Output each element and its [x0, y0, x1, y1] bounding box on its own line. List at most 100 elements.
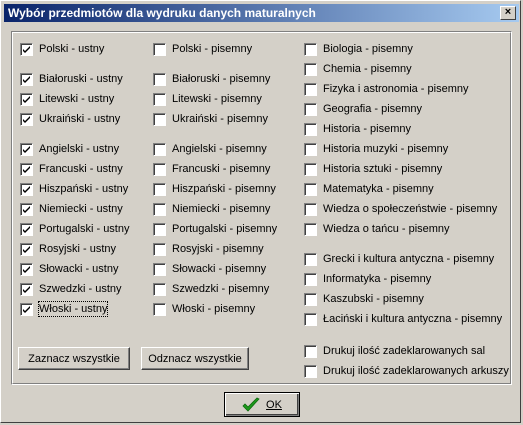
- checkbox-empty-icon[interactable]: [153, 262, 166, 276]
- checkbox-written-11[interactable]: Szwedzki - pisemny: [153, 281, 269, 297]
- checkbox-other-2[interactable]: Fizyka i astronomia - pisemny: [304, 81, 469, 97]
- checkbox-oral-2[interactable]: Litewski - ustny: [20, 91, 114, 107]
- checkbox-label: Hiszpański - pisemny: [172, 183, 276, 195]
- checkbox-checked-icon[interactable]: [20, 182, 33, 196]
- checkbox-empty-icon[interactable]: [153, 92, 166, 106]
- checkbox-empty-icon[interactable]: [153, 72, 166, 86]
- checkbox-empty-icon[interactable]: [304, 42, 317, 56]
- checkbox-checked-icon[interactable]: [20, 92, 33, 106]
- checkbox-empty-icon[interactable]: [304, 182, 317, 196]
- checkbox-written-3[interactable]: Ukraiński - pisemny: [153, 111, 268, 127]
- checkbox-empty-icon[interactable]: [153, 242, 166, 256]
- checkbox-oral-9[interactable]: Rosyjski - ustny: [20, 241, 116, 257]
- close-button[interactable]: ×: [500, 6, 516, 20]
- checkbox-other-1[interactable]: Chemia - pisemny: [304, 61, 412, 77]
- checkbox-written-12[interactable]: Włoski - pisemny: [153, 301, 255, 317]
- checkbox-empty-icon[interactable]: [153, 42, 166, 56]
- checkbox-other-8[interactable]: Wiedza o społeczeństwie - pisemny: [304, 201, 497, 217]
- checkbox-checked-icon[interactable]: [20, 262, 33, 276]
- checkbox-oral-4[interactable]: Angielski - ustny: [20, 141, 119, 157]
- checkbox-empty-icon[interactable]: [153, 282, 166, 296]
- checkbox-oral-1[interactable]: Białoruski - ustny: [20, 71, 123, 87]
- checkbox-oral-12[interactable]: Włoski - ustny: [20, 301, 109, 317]
- checkbox-checked-icon[interactable]: [20, 42, 33, 56]
- ok-button[interactable]: OK: [224, 392, 300, 417]
- checkbox-other-11[interactable]: Informatyka - pisemny: [304, 271, 431, 287]
- checkbox-written-10[interactable]: Słowacki - pisemny: [153, 261, 266, 277]
- checkbox-oral-3[interactable]: Ukraiński - ustny: [20, 111, 120, 127]
- checkbox-oral-8[interactable]: Portugalski - ustny: [20, 221, 129, 237]
- checkbox-empty-icon[interactable]: [304, 344, 317, 358]
- checkbox-checked-icon[interactable]: [20, 162, 33, 176]
- checkbox-empty-icon[interactable]: [304, 82, 317, 96]
- checkbox-label: Grecki i kultura antyczna - pisemny: [323, 253, 495, 265]
- checkbox-print-option-1[interactable]: Drukuj ilość zadeklarowanych arkuszy: [304, 363, 509, 379]
- checkbox-empty-icon[interactable]: [153, 302, 166, 316]
- checkbox-other-5[interactable]: Historia muzyki - pisemny: [304, 141, 448, 157]
- checkbox-oral-7[interactable]: Niemiecki - ustny: [20, 201, 123, 217]
- checkbox-other-12[interactable]: Kaszubski - pisemny: [304, 291, 424, 307]
- checkbox-label: Ukraiński - pisemny: [172, 113, 268, 125]
- checkbox-label: Drukuj ilość zadeklarowanych sal: [323, 345, 486, 357]
- checkbox-written-6[interactable]: Hiszpański - pisemny: [153, 181, 276, 197]
- deselect-all-button[interactable]: Odznacz wszystkie: [141, 347, 249, 370]
- checkbox-other-9[interactable]: Wiedza o tańcu - pisemny: [304, 221, 450, 237]
- checkbox-label: Portugalski - ustny: [39, 223, 130, 235]
- window-title: Wybór przedmiotów dla wydruku danych mat…: [8, 6, 316, 20]
- checkbox-other-13[interactable]: Łaciński i kultura antyczna - pisemny: [304, 311, 502, 327]
- checkbox-checked-icon[interactable]: [20, 112, 33, 126]
- checkbox-written-7[interactable]: Niemiecki - pisemny: [153, 201, 270, 217]
- checkbox-empty-icon[interactable]: [153, 162, 166, 176]
- title-bar[interactable]: Wybór przedmiotów dla wydruku danych mat…: [4, 4, 519, 22]
- checkbox-oral-0[interactable]: Polski - ustny: [20, 41, 104, 57]
- checkbox-other-7[interactable]: Matematyka - pisemny: [304, 181, 434, 197]
- checkbox-written-9[interactable]: Rosyjski - pisemny: [153, 241, 264, 257]
- checkbox-empty-icon[interactable]: [304, 142, 317, 156]
- checkbox-empty-icon[interactable]: [304, 122, 317, 136]
- checkbox-written-5[interactable]: Francuski - pisemny: [153, 161, 270, 177]
- checkbox-empty-icon[interactable]: [153, 112, 166, 126]
- checkbox-print-option-0[interactable]: Drukuj ilość zadeklarowanych sal: [304, 343, 485, 359]
- checkbox-written-8[interactable]: Portugalski - pisemny: [153, 221, 277, 237]
- checkbox-written-0[interactable]: Polski - pisemny: [153, 41, 252, 57]
- checkbox-empty-icon[interactable]: [153, 222, 166, 236]
- checkbox-empty-icon[interactable]: [304, 272, 317, 286]
- checkbox-label: Słowacki - pisemny: [172, 263, 267, 275]
- checkbox-written-2[interactable]: Litewski - pisemny: [153, 91, 262, 107]
- checkbox-empty-icon[interactable]: [153, 182, 166, 196]
- checkbox-empty-icon[interactable]: [304, 102, 317, 116]
- checkbox-oral-5[interactable]: Francuski - ustny: [20, 161, 123, 177]
- checkbox-other-3[interactable]: Geografia - pisemny: [304, 101, 422, 117]
- checkbox-other-10[interactable]: Grecki i kultura antyczna - pisemny: [304, 251, 494, 267]
- checkbox-other-4[interactable]: Historia - pisemny: [304, 121, 411, 137]
- checkbox-checked-icon[interactable]: [20, 282, 33, 296]
- checkbox-empty-icon[interactable]: [304, 252, 317, 266]
- checkbox-empty-icon[interactable]: [304, 162, 317, 176]
- checkbox-empty-icon[interactable]: [153, 202, 166, 216]
- checkbox-checked-icon[interactable]: [20, 222, 33, 236]
- checkbox-checked-icon[interactable]: [20, 302, 33, 316]
- checkbox-label: Angielski - pisemny: [172, 143, 267, 155]
- checkbox-checked-icon[interactable]: [20, 72, 33, 86]
- checkbox-label: Ukraiński - ustny: [39, 113, 121, 125]
- checkbox-label: Geografia - pisemny: [323, 103, 423, 115]
- checkbox-oral-6[interactable]: Hiszpański - ustny: [20, 181, 128, 197]
- checkbox-empty-icon[interactable]: [153, 142, 166, 156]
- checkbox-other-6[interactable]: Historia sztuki - pisemny: [304, 161, 442, 177]
- checkbox-written-4[interactable]: Angielski - pisemny: [153, 141, 267, 157]
- checkbox-empty-icon[interactable]: [304, 312, 317, 326]
- checkbox-empty-icon[interactable]: [304, 62, 317, 76]
- checkbox-checked-icon[interactable]: [20, 202, 33, 216]
- checkbox-empty-icon[interactable]: [304, 202, 317, 216]
- checkbox-written-1[interactable]: Białoruski - pisemny: [153, 71, 270, 87]
- checkbox-oral-11[interactable]: Szwedzki - ustny: [20, 281, 122, 297]
- checkbox-label: Niemiecki - pisemny: [172, 203, 271, 215]
- checkbox-empty-icon[interactable]: [304, 292, 317, 306]
- checkbox-oral-10[interactable]: Słowacki - ustny: [20, 261, 118, 277]
- checkbox-other-0[interactable]: Biologia - pisemny: [304, 41, 413, 57]
- checkbox-empty-icon[interactable]: [304, 364, 317, 378]
- checkbox-checked-icon[interactable]: [20, 242, 33, 256]
- select-all-button[interactable]: Zaznacz wszystkie: [18, 347, 130, 370]
- checkbox-empty-icon[interactable]: [304, 222, 317, 236]
- checkbox-checked-icon[interactable]: [20, 142, 33, 156]
